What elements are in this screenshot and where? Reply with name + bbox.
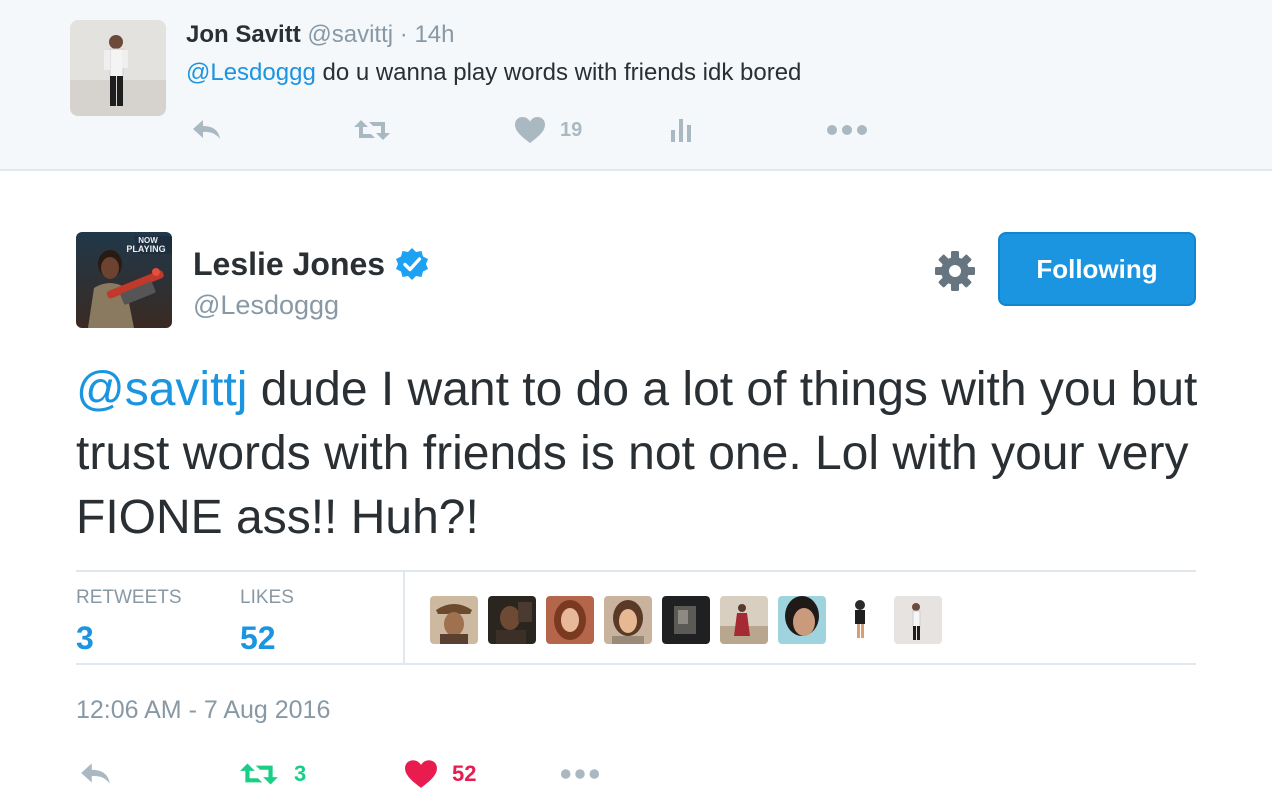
main-tweet-text: @savittj dude I want to do a lot of thin… bbox=[76, 358, 1206, 550]
likes-stat[interactable]: LIKES 52 bbox=[240, 586, 294, 658]
separator-dot: · bbox=[399, 21, 408, 48]
liker-avatar[interactable] bbox=[778, 596, 826, 644]
user-actions-button[interactable] bbox=[932, 248, 978, 294]
liker-avatar[interactable] bbox=[488, 596, 536, 644]
liker-avatar[interactable] bbox=[662, 596, 710, 644]
main-tweet-actions: 3 52 bbox=[76, 752, 636, 796]
following-button[interactable]: Following bbox=[998, 232, 1196, 306]
parent-tweet-time[interactable]: 14h bbox=[414, 21, 454, 48]
main-like-count: 52 bbox=[452, 761, 477, 786]
gear-icon bbox=[935, 251, 975, 291]
main-author-handle[interactable]: @Lesdoggg bbox=[193, 288, 339, 322]
verified-badge-icon bbox=[396, 248, 429, 280]
likes-label: LIKES bbox=[240, 587, 294, 608]
retweet-icon bbox=[240, 763, 278, 785]
heart-icon bbox=[515, 117, 545, 143]
liker-avatar[interactable] bbox=[836, 596, 884, 644]
parent-author-name[interactable]: Jon Savitt bbox=[186, 21, 301, 48]
retweets-stat[interactable]: RETWEETS 3 bbox=[76, 586, 182, 658]
parent-tweet-mention[interactable]: @Lesdoggg bbox=[186, 59, 316, 86]
liker-avatar[interactable] bbox=[604, 596, 652, 644]
retweet-icon bbox=[354, 120, 390, 140]
heart-icon bbox=[405, 760, 437, 788]
parent-tweet-text: @Lesdoggg do u wanna play words with fri… bbox=[186, 58, 801, 88]
main-retweet-count: 3 bbox=[294, 761, 307, 786]
parent-tweet[interactable]: Jon Savitt @savittj · 14h @Lesdoggg do u… bbox=[0, 0, 1272, 171]
analytics-icon bbox=[671, 119, 691, 142]
liker-avatar[interactable] bbox=[430, 596, 478, 644]
likes-count: 52 bbox=[240, 620, 276, 656]
retweets-label: RETWEETS bbox=[76, 587, 182, 608]
main-author-name[interactable]: Leslie Jones bbox=[193, 244, 385, 284]
main-retweet-button[interactable]: 3 bbox=[238, 752, 306, 796]
retweets-count: 3 bbox=[76, 620, 94, 656]
analytics-button[interactable] bbox=[668, 110, 694, 150]
parent-tweet-header: Jon Savitt @savittj · 14h bbox=[186, 20, 454, 50]
parent-author-avatar[interactable] bbox=[70, 20, 166, 116]
main-more-options-button[interactable] bbox=[560, 752, 600, 796]
main-like-button[interactable]: 52 bbox=[404, 752, 476, 796]
main-author-name-row: Leslie Jones bbox=[193, 244, 429, 284]
tweet-stats: RETWEETS 3 LIKES 52 bbox=[76, 570, 1196, 665]
retweet-button[interactable] bbox=[352, 110, 392, 150]
more-icon bbox=[560, 769, 600, 779]
liker-avatar[interactable] bbox=[894, 596, 942, 644]
reply-icon bbox=[193, 120, 220, 139]
liker-avatar[interactable] bbox=[720, 596, 768, 644]
avatar-overlay-playing: PLAYING bbox=[126, 244, 165, 254]
parent-author-handle[interactable]: @savittj bbox=[307, 21, 393, 48]
more-icon bbox=[827, 125, 867, 135]
parent-tweet-actions: 19 bbox=[186, 110, 906, 150]
like-button[interactable]: 19 bbox=[514, 110, 582, 150]
main-tweet-mention[interactable]: @savittj bbox=[76, 363, 247, 416]
main-reply-button[interactable] bbox=[78, 752, 114, 796]
reply-icon bbox=[81, 763, 110, 784]
stats-divider bbox=[403, 572, 405, 665]
more-options-button[interactable] bbox=[826, 110, 868, 150]
tweet-timestamp[interactable]: 12:06 AM - 7 Aug 2016 bbox=[76, 694, 330, 726]
parent-like-count: 19 bbox=[560, 118, 583, 141]
main-author-avatar[interactable]: NOW PLAYING bbox=[76, 232, 172, 328]
reply-button[interactable] bbox=[190, 110, 224, 150]
parent-tweet-body: do u wanna play words with friends idk b… bbox=[315, 59, 802, 86]
liker-avatar[interactable] bbox=[546, 596, 594, 644]
